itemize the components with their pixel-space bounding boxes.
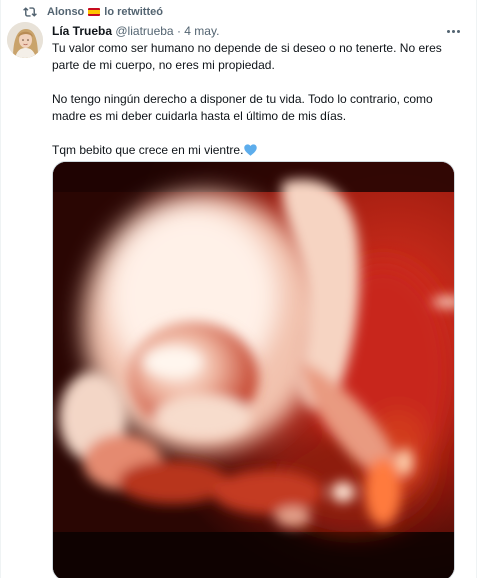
retweeter-name[interactable]: Alonso xyxy=(47,6,84,18)
spain-flag-icon xyxy=(88,8,101,16)
author-handle[interactable]: @liatrueba xyxy=(115,24,173,38)
retweet-icon xyxy=(23,5,37,19)
ultrasound-photo[interactable] xyxy=(52,161,455,578)
retweet-context: Alonso lo retwitteó xyxy=(23,5,163,19)
tweet-date[interactable]: 4 may. xyxy=(184,24,219,38)
tweet-paragraph: Tu valor como ser humano no depende de s… xyxy=(52,41,442,72)
separator: · xyxy=(176,24,181,38)
tweet[interactable]: Alonso lo retwitteó Lía Trueba @liatrueb… xyxy=(0,0,477,578)
retweet-action-text: lo retwitteó xyxy=(104,6,163,18)
more-dot-icon xyxy=(451,29,455,33)
author-name[interactable]: Lía Trueba xyxy=(52,24,112,38)
more-options-button[interactable] xyxy=(444,22,462,40)
avatar[interactable] xyxy=(7,22,43,58)
tweet-paragraph-last: Tqm bebito que crece en mi vientre. xyxy=(52,142,452,161)
more-dot-icon xyxy=(456,29,460,33)
tweet-header: Lía Trueba @liatrueba · 4 may. xyxy=(52,24,219,39)
blue-heart-icon xyxy=(244,144,258,161)
more-dot-icon xyxy=(446,29,450,33)
tweet-paragraph-text: Tqm bebito que crece en mi vientre. xyxy=(52,143,244,157)
tweet-paragraph: No tengo ningún derecho a disponer de tu… xyxy=(52,92,433,123)
tweet-text: Tu valor como ser humano no depende de s… xyxy=(52,40,452,161)
